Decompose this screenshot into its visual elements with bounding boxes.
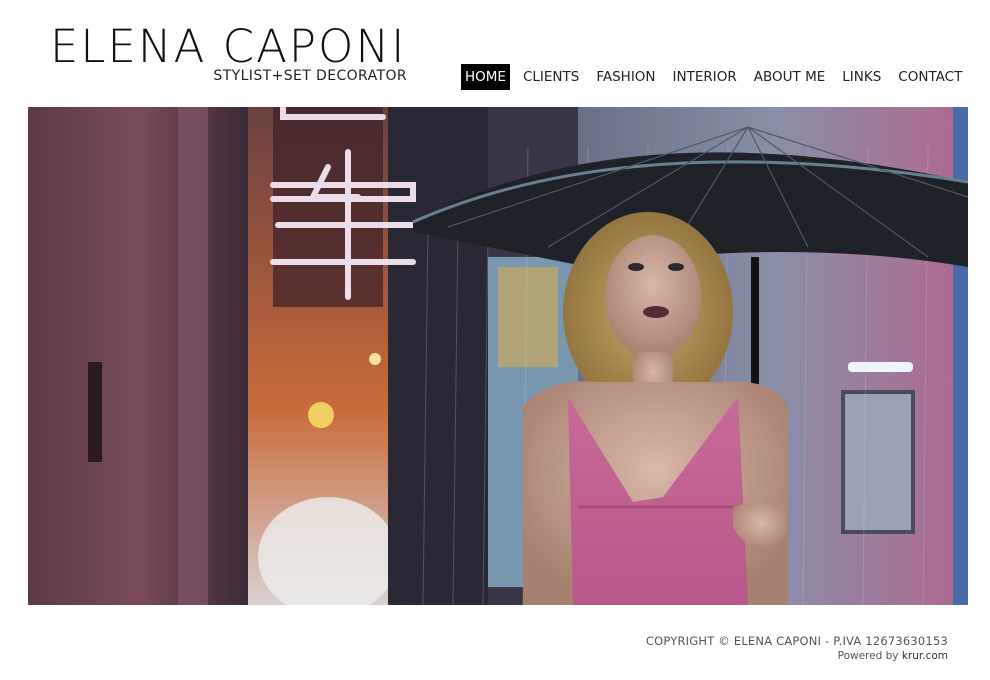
nav-item-interior[interactable]: INTERIOR [669,64,741,90]
nav-item-home[interactable]: HOME [461,64,510,90]
site-tagline: STYLIST+SET DECORATOR [213,68,407,84]
nav-item-contact[interactable]: CONTACT [894,64,966,90]
powered-by-link[interactable]: krur.com [902,650,948,662]
nav-item-fashion[interactable]: FASHION [592,64,659,90]
copyright-text: COPYRIGHT © ELENA CAPONI - P.IVA 1267363… [645,634,948,648]
powered-by: Powered by krur.com [646,650,948,662]
nav-item-clients[interactable]: CLIENTS [519,64,583,90]
main-nav: HOME CLIENTS FASHION INTERIOR ABOUT ME L… [461,64,966,90]
nav-item-about-me[interactable]: ABOUT ME [750,64,829,90]
site-title: ELENA CAPONI [50,20,407,73]
site-footer: COPYRIGHT © ELENA CAPONI - P.IVA 1267363… [646,634,948,662]
hero-photo-illustration [28,107,968,605]
powered-by-label: Powered by [837,650,899,662]
hero-image[interactable] [28,107,968,605]
brand-logo[interactable]: ELENA CAPONI STYLIST+SET DECORATOR [50,20,410,85]
nav-item-links[interactable]: LINKS [838,64,885,90]
